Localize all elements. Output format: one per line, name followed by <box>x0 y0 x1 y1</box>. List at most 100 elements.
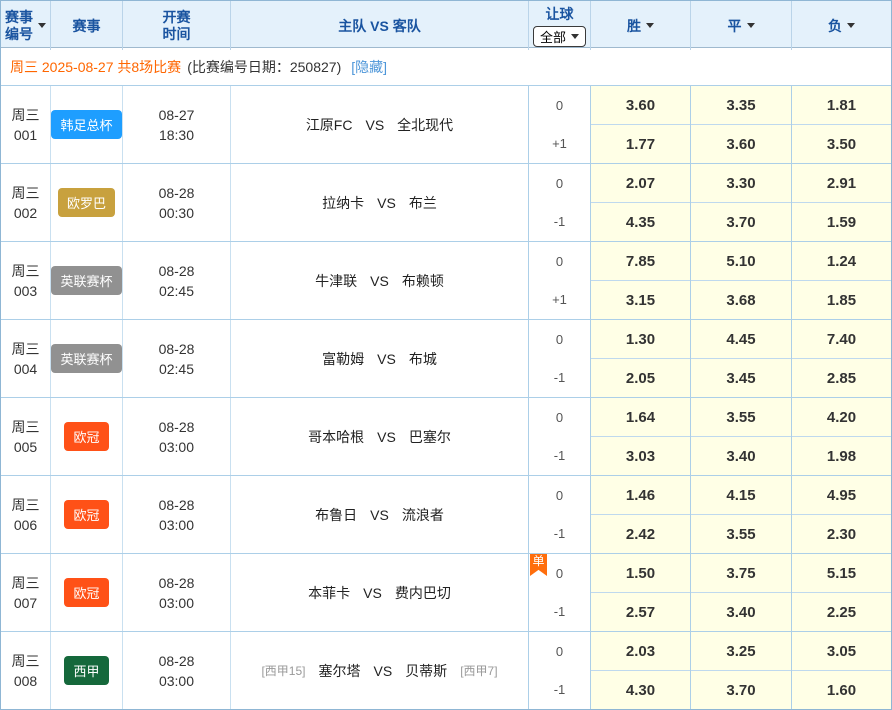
match-row: 周三 006 欧冠 08-28 03:00 布鲁日 VS 流浪者 0 -1 1.… <box>1 475 891 553</box>
lose-odds-line-2[interactable]: 2.85 <box>792 358 891 397</box>
home-team: 本菲卡 <box>308 583 350 603</box>
lose-odds-line-2[interactable]: 1.59 <box>792 202 891 241</box>
match-date: 08-28 <box>159 183 195 203</box>
home-team: 江原FC <box>306 115 353 135</box>
away-team: 布兰 <box>409 193 437 213</box>
match-row: 周三 008 西甲 08-28 03:00 [西甲15] 塞尔塔 VS 贝蒂斯 … <box>1 631 891 709</box>
league-badge: 欧冠 <box>64 422 108 451</box>
draw-odds-column: 3.35 3.60 <box>690 86 791 163</box>
lose-odds-line-2[interactable]: 2.25 <box>792 592 891 631</box>
header-win[interactable]: 胜 <box>590 1 690 50</box>
handicap-line-2: +1 <box>529 125 590 164</box>
lose-odds-line-1[interactable]: 4.20 <box>792 398 891 436</box>
chevron-down-icon <box>38 23 46 28</box>
lose-odds-line-1[interactable]: 2.91 <box>792 164 891 202</box>
lose-odds-column: 2.91 1.59 <box>791 164 891 241</box>
draw-odds-line-2[interactable]: 3.40 <box>691 592 791 631</box>
date-note: (比赛编号日期：250827) <box>187 57 341 77</box>
draw-odds-line-2[interactable]: 3.55 <box>691 514 791 553</box>
win-odds-line-1[interactable]: 7.85 <box>591 242 690 280</box>
win-odds-line-2[interactable]: 4.30 <box>591 670 690 709</box>
vs-label: VS <box>377 195 396 211</box>
match-date: 08-28 <box>159 495 195 515</box>
win-odds-line-2[interactable]: 2.57 <box>591 592 690 631</box>
draw-odds-line-2[interactable]: 3.70 <box>691 670 791 709</box>
lose-odds-line-2[interactable]: 1.85 <box>792 280 891 319</box>
match-number-cell: 周三 005 <box>1 398 50 475</box>
table-header: 赛事 编号 赛事 开赛 时间 主队 VS 客队 让球 全部 胜 <box>1 1 891 48</box>
match-day: 周三 <box>12 573 40 593</box>
win-odds-line-2[interactable]: 4.35 <box>591 202 690 241</box>
lose-odds-line-1[interactable]: 7.40 <box>792 320 891 358</box>
win-odds-line-1[interactable]: 1.30 <box>591 320 690 358</box>
header-lose[interactable]: 负 <box>791 1 891 50</box>
win-odds-column: 7.85 3.15 <box>590 242 690 319</box>
handicap-line-1: 0 <box>529 398 590 437</box>
hide-link[interactable]: [隐藏] <box>351 57 387 77</box>
draw-odds-line-1[interactable]: 3.55 <box>691 398 791 436</box>
draw-odds-line-1[interactable]: 3.75 <box>691 554 791 592</box>
header-draw[interactable]: 平 <box>690 1 791 50</box>
win-odds-line-1[interactable]: 1.50 <box>591 554 690 592</box>
win-odds-line-1[interactable]: 1.64 <box>591 398 690 436</box>
match-number-cell: 周三 008 <box>1 632 50 709</box>
lose-odds-line-1[interactable]: 3.05 <box>792 632 891 670</box>
header-match-number[interactable]: 赛事 编号 <box>1 1 50 50</box>
lose-odds-line-1[interactable]: 5.15 <box>792 554 891 592</box>
lose-odds-line-1[interactable]: 4.95 <box>792 476 891 514</box>
lose-odds-line-2[interactable]: 1.98 <box>792 436 891 475</box>
win-odds-line-2[interactable]: 3.03 <box>591 436 690 475</box>
away-team: 布赖顿 <box>402 271 444 291</box>
lose-odds-line-2[interactable]: 1.60 <box>792 670 891 709</box>
win-odds-line-2[interactable]: 2.42 <box>591 514 690 553</box>
draw-odds-line-1[interactable]: 5.10 <box>691 242 791 280</box>
handicap-cell: 0 -1 <box>528 476 590 553</box>
home-team: 牛津联 <box>315 271 357 291</box>
league-badge: 欧冠 <box>64 578 108 607</box>
draw-odds-line-2[interactable]: 3.45 <box>691 358 791 397</box>
draw-odds-column: 3.25 3.70 <box>690 632 791 709</box>
match-time: 03:00 <box>159 671 194 691</box>
match-row: 周三 007 欧冠 08-28 03:00 本菲卡 VS 费内巴切 单 0 -1… <box>1 553 891 631</box>
start-time-cell: 08-28 03:00 <box>122 632 230 709</box>
draw-odds-line-2[interactable]: 3.60 <box>691 124 791 163</box>
win-odds-line-1[interactable]: 1.46 <box>591 476 690 514</box>
match-row: 周三 003 英联赛杯 08-28 02:45 牛津联 VS 布赖顿 0 +1 … <box>1 241 891 319</box>
teams-cell: [西甲15] 塞尔塔 VS 贝蒂斯 [西甲7] <box>230 632 528 709</box>
handicap-line-1: 0 <box>529 476 590 515</box>
lose-odds-line-2[interactable]: 3.50 <box>792 124 891 163</box>
lose-odds-line-1[interactable]: 1.24 <box>792 242 891 280</box>
handicap-line-1: 0 <box>529 164 590 203</box>
league-badge: 欧罗巴 <box>58 188 115 217</box>
lose-odds-line-1[interactable]: 1.81 <box>792 86 891 124</box>
win-odds-line-1[interactable]: 3.60 <box>591 86 690 124</box>
draw-odds-line-1[interactable]: 3.25 <box>691 632 791 670</box>
chevron-down-icon <box>847 23 855 28</box>
handicap-cell: 单 0 -1 <box>528 554 590 631</box>
draw-odds-line-1[interactable]: 3.30 <box>691 164 791 202</box>
draw-odds-line-1[interactable]: 4.15 <box>691 476 791 514</box>
match-day: 周三 <box>12 417 40 437</box>
handicap-line-1: 0 <box>529 320 590 359</box>
match-number: 004 <box>14 359 37 379</box>
start-time-cell: 08-28 02:45 <box>122 242 230 319</box>
draw-odds-line-1[interactable]: 4.45 <box>691 320 791 358</box>
handicap-filter-select[interactable]: 全部 <box>533 26 586 47</box>
draw-odds-line-2[interactable]: 3.68 <box>691 280 791 319</box>
win-odds-line-1[interactable]: 2.07 <box>591 164 690 202</box>
draw-odds-column: 4.45 3.45 <box>690 320 791 397</box>
draw-odds-line-2[interactable]: 3.40 <box>691 436 791 475</box>
vs-label: VS <box>374 663 393 679</box>
match-number: 005 <box>14 437 37 457</box>
win-odds-line-2[interactable]: 3.15 <box>591 280 690 319</box>
win-odds-line-2[interactable]: 1.77 <box>591 124 690 163</box>
lose-odds-line-2[interactable]: 2.30 <box>792 514 891 553</box>
match-rows: 周三 001 韩足总杯 08-27 18:30 江原FC VS 全北现代 0 +… <box>1 85 891 709</box>
win-odds-line-2[interactable]: 2.05 <box>591 358 690 397</box>
draw-odds-line-1[interactable]: 3.35 <box>691 86 791 124</box>
vs-label: VS <box>370 507 389 523</box>
match-number: 008 <box>14 671 37 691</box>
draw-odds-line-2[interactable]: 3.70 <box>691 202 791 241</box>
win-odds-line-1[interactable]: 2.03 <box>591 632 690 670</box>
handicap-line-1: 0 <box>529 86 590 125</box>
